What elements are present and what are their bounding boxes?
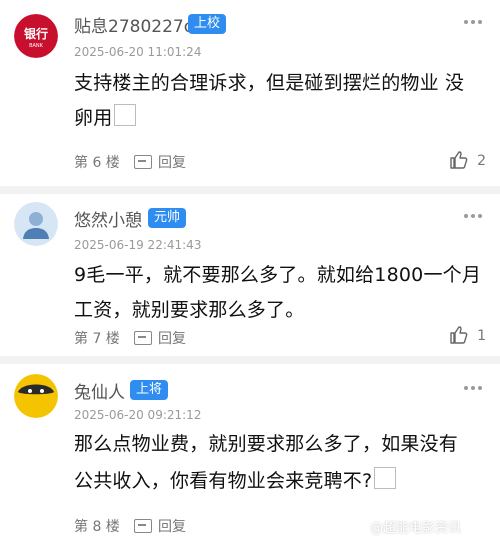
- yellow-face-icon: [14, 374, 58, 418]
- timestamp: 2025-06-20 09:21:12: [74, 408, 202, 422]
- comment-text-line-2: 公共收入，你看有物业会来竞聘不?: [74, 463, 486, 500]
- comment-text: 那么点物业费，就别要求那么多了，如果没有 公共收入，你看有物业会来竞聘不?: [74, 426, 486, 500]
- like-button[interactable]: 2: [449, 150, 486, 170]
- reply-button[interactable]: 回复: [134, 152, 186, 172]
- comment-text-line-1: 那么点物业费，就别要求那么多了，如果没有: [74, 433, 459, 455]
- avatar[interactable]: [14, 374, 58, 418]
- comment-text-line-2: 卵用: [74, 101, 486, 136]
- comment-text: 9毛一平，就不要那么多了。就如给1800一个月 工资，就别要求那么多了。: [74, 258, 486, 328]
- divider: [0, 356, 500, 364]
- floor-number: 第 6 楼: [74, 155, 120, 171]
- like-count: 1: [477, 328, 486, 344]
- divider: [0, 186, 500, 194]
- comment-text: 支持楼主的合理诉求，但是碰到摆烂的物业 没 卵用: [74, 66, 486, 136]
- comment-text-line-2: 工资，就别要求那么多了。: [74, 299, 305, 321]
- reply-button[interactable]: 回复: [134, 328, 186, 348]
- rank-badge: 元帅: [148, 208, 187, 228]
- reply-icon: [134, 519, 152, 533]
- rank-badge: 上校: [188, 14, 227, 34]
- watermark: @超能电影资讯: [370, 521, 462, 536]
- avatar-subtext: BANK: [29, 43, 44, 49]
- like-count: 2: [477, 153, 486, 169]
- comment-text-line-1: 支持楼主的合理诉求，但是碰到摆烂的物业 没: [74, 72, 465, 94]
- timestamp: 2025-06-20 11:01:24: [74, 45, 202, 59]
- username[interactable]: 悠然小憩: [74, 206, 142, 231]
- more-options-icon[interactable]: [464, 214, 486, 220]
- default-user-icon: [14, 202, 58, 246]
- more-options-icon[interactable]: [464, 386, 486, 392]
- thumbs-up-icon: [450, 151, 468, 169]
- like-button[interactable]: 1: [449, 325, 486, 345]
- reply-icon: [134, 331, 152, 345]
- thumbs-up-icon: [450, 326, 468, 344]
- bank-logo-icon: 银行 BANK: [14, 14, 58, 58]
- floor-number: 第 8 楼: [74, 519, 120, 535]
- username[interactable]: 贴息2780227o: [74, 12, 194, 37]
- timestamp: 2025-06-19 22:41:43: [74, 238, 202, 252]
- comment-text-line-1: 9毛一平，就不要那么多了。就如给1800一个月: [74, 264, 482, 286]
- username[interactable]: 兔仙人: [74, 378, 125, 403]
- more-options-icon[interactable]: [464, 20, 486, 26]
- reply-icon: [134, 155, 152, 169]
- avatar-text: 银行: [24, 26, 48, 41]
- avatar[interactable]: [14, 202, 58, 246]
- rank-badge: 上将: [130, 380, 169, 400]
- emoji-placeholder-icon: [374, 467, 397, 489]
- reply-button[interactable]: 回复: [134, 516, 186, 536]
- avatar[interactable]: 银行 BANK: [14, 14, 58, 58]
- floor-number: 第 7 楼: [74, 331, 120, 347]
- emoji-placeholder-icon: [114, 104, 137, 126]
